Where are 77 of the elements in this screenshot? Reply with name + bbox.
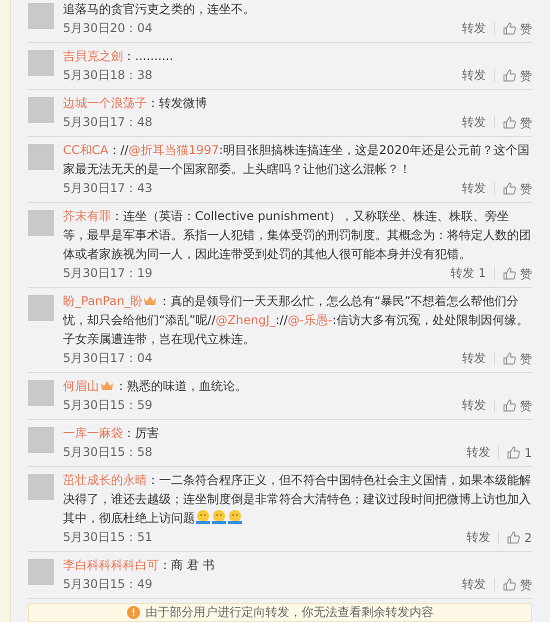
repost-link[interactable]: 转发 1	[442, 265, 494, 282]
notice-text: 由于部分用户进行定向转发，你无法查看剩余转发内容	[146, 604, 434, 621]
timestamp: 5月30日15：49	[63, 576, 152, 593]
user-link[interactable]: 边城一个浪荡子	[63, 96, 147, 110]
repost-text: 一库一麻袋：厉害	[63, 425, 160, 442]
repost-link[interactable]: 转发	[454, 397, 494, 414]
repost-link[interactable]: 转发	[458, 529, 498, 546]
like-button[interactable]: 赞	[494, 182, 532, 195]
mention-link[interactable]: @ZhengJ_	[216, 313, 276, 327]
photo-placeholder[interactable]	[28, 3, 54, 29]
like-button[interactable]: 赞	[494, 22, 532, 35]
user-link[interactable]: 芥末有罪	[63, 209, 111, 223]
repost-link[interactable]: 转发	[454, 576, 494, 593]
warning-icon	[126, 606, 140, 619]
timestamp: 5月30日17：43	[63, 180, 152, 197]
user-link[interactable]: 李白科科科科白可	[63, 558, 159, 572]
timestamp: 5月30日15：58	[63, 444, 152, 461]
timestamp: 5月30日17：04	[63, 350, 152, 367]
thumbs-up-icon	[503, 182, 516, 195]
user-link[interactable]: CC和CA	[63, 143, 108, 157]
like-button[interactable]: 赞	[494, 578, 532, 591]
repost-text: 何眉山 ：熟悉的味道，血统论。	[63, 378, 248, 395]
photo-placeholder[interactable]	[28, 474, 54, 500]
repost-link[interactable]: 转发	[454, 67, 494, 84]
repost-text: 芥末有罪：连坐（英语：Collective punishment），又称联坐、株连、株联、旁坐等，最早是军事术语。系指一人犯错，集体受罚的刑罚制度。其概念为：将特定人数的团体或者家族视为同一人，因此连带受到处罚的其他人很可能本身并没有犯错。	[63, 208, 532, 263]
like-button[interactable]: 赞	[494, 399, 532, 412]
repost-text: 追落马的贪官污吏之类的，连坐不。	[63, 1, 256, 18]
photo-placeholder[interactable]	[28, 97, 54, 123]
thumbs-up-icon	[503, 267, 516, 280]
timestamp: 5月30日15：59	[63, 397, 152, 414]
thumbs-up-icon	[503, 352, 516, 365]
timestamp: 5月30日20：04	[63, 20, 152, 37]
repost-link[interactable]: 转发	[454, 350, 494, 367]
timestamp: 5月30日15：51	[63, 529, 152, 546]
repost-text: CC和CA：//@折耳当猫1997:明目张胆搞株连搞连坐，这是2020年还是公元前？这个国家最无法无天的是一个国家部委。上头瞎吗？让他们这么混帐？！	[63, 142, 531, 178]
photo-placeholder[interactable]	[28, 295, 54, 321]
photo-placeholder[interactable]	[28, 144, 54, 170]
user-link[interactable]: 茁壮成长的永晴	[63, 473, 147, 487]
like-button[interactable]: 赞	[494, 69, 532, 82]
photo-placeholder[interactable]	[28, 210, 54, 236]
hug-emoji-icon	[195, 509, 211, 525]
user-link[interactable]: 何眉山	[63, 379, 99, 393]
like-button[interactable]: 1	[498, 446, 532, 459]
like-button[interactable]: 2	[498, 531, 532, 544]
user-link[interactable]: 吉貝克之劍	[63, 49, 123, 63]
repost-text: 吉貝克之劍：..........	[63, 48, 174, 65]
photo-placeholder[interactable]	[28, 427, 54, 453]
like-button[interactable]: 赞	[494, 352, 532, 365]
photo-placeholder[interactable]	[28, 50, 54, 76]
photo-placeholder[interactable]	[28, 559, 54, 585]
thumbs-up-icon	[503, 69, 516, 82]
mention-link[interactable]: @-乐愚-	[288, 313, 332, 327]
timestamp: 5月30日17：48	[63, 114, 152, 131]
thumbs-up-icon	[507, 446, 520, 459]
timestamp: 5月30日18：38	[63, 67, 152, 84]
like-button[interactable]: 赞	[494, 267, 532, 280]
repost-text: 边城一个浪荡子：转发微博	[63, 95, 208, 112]
hug-emoji-icon	[211, 509, 227, 525]
thumbs-up-icon	[507, 531, 520, 544]
repost-text: 李白科科科科白可：商 君 书	[63, 557, 216, 574]
thumbs-up-icon	[503, 399, 516, 412]
user-link[interactable]: 一库一麻袋	[63, 426, 123, 440]
thumbs-up-icon	[503, 116, 516, 129]
like-button[interactable]: 赞	[494, 116, 532, 129]
user-link[interactable]: 盼_PanPan_盼	[63, 294, 142, 308]
repost-link[interactable]: 转发	[454, 114, 494, 131]
repost-text: 茁壮成长的永晴：一二条符合程序正义，但不符合中国特色社会主义国情，如果本级能解决得了，谁还去越级；连坐制度倒是非常符合大清特色；建议过段时间把微博上访也加入其中，彻底杜绝上访问题	[63, 472, 532, 527]
repost-link[interactable]: 转发	[454, 20, 494, 37]
timestamp: 5月30日17：19	[63, 265, 152, 282]
thumbs-up-icon	[503, 578, 516, 591]
mention-link[interactable]: @折耳当猫1997	[128, 143, 219, 157]
repost-text: 盼_PanPan_盼 ：真的是领导们一天天那么忙，怎么总有“暴民”不想着怎么帮他们分忧，却只会给他们“添乱”呢//@ZhengJ_://@-乐愚-:信访大多有沉冤，处处限制因何缘。子女亲属遭连带，岂在现代立株连。	[63, 293, 530, 348]
photo-placeholder[interactable]	[28, 380, 54, 406]
thumbs-up-icon	[503, 22, 516, 35]
repost-link[interactable]: 转发	[454, 180, 494, 197]
repost-link[interactable]: 转发	[458, 444, 498, 461]
hug-emoji-icon	[227, 509, 243, 525]
